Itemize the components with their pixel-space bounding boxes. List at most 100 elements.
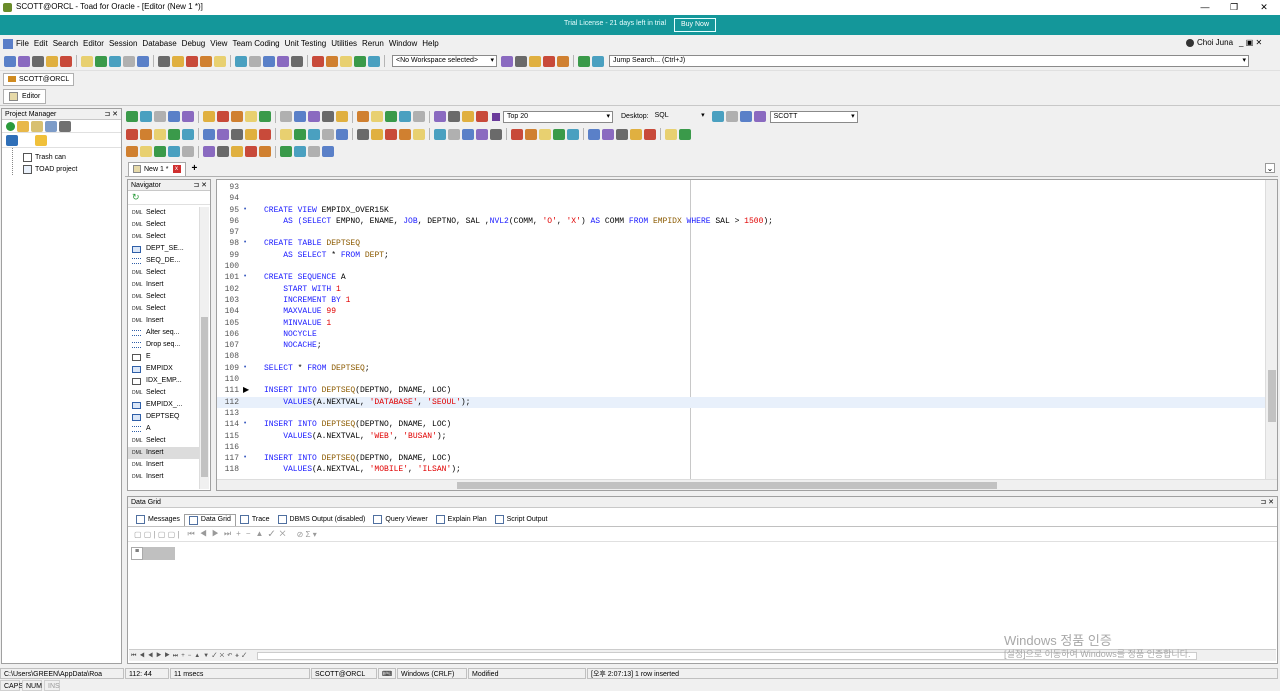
navigator-item[interactable]: SEQ Alter seq... (128, 327, 200, 339)
connection-tab[interactable]: SCOTT@ORCL (3, 72, 75, 86)
grid-tools-icons[interactable]: ▢ ▢ | ▢ ▢ | (134, 530, 180, 539)
toolbar-button-icon[interactable] (294, 111, 306, 122)
toolbar-button-icon[interactable] (245, 111, 257, 122)
editor-vscrollbar[interactable] (1265, 180, 1277, 480)
toolbar-button-icon[interactable] (385, 111, 397, 122)
toolbar-button-icon[interactable] (200, 55, 212, 67)
navigator-item[interactable]: DML Select (128, 231, 200, 243)
tabs-menu-button[interactable]: ⌄ (1265, 163, 1275, 173)
toolbar-button-icon[interactable] (280, 146, 292, 157)
toolbar-button-icon[interactable] (126, 111, 138, 122)
toolbar-button-icon[interactable] (448, 128, 460, 140)
close-button[interactable]: ✕ (1257, 1, 1271, 13)
toolbar-button-icon[interactable] (217, 128, 229, 140)
navigator-item[interactable]: SEQ SEQ_DE... (128, 255, 200, 267)
toolbar-button-icon[interactable] (371, 111, 383, 122)
editor-hscrollbar-thumb[interactable] (457, 482, 997, 489)
toolbar-button-icon[interactable] (126, 128, 138, 140)
code-line[interactable]: 110 (217, 374, 1265, 385)
toolbar-button-icon[interactable] (277, 55, 289, 67)
code-line[interactable]: 102 START WITH 1 (217, 284, 1265, 295)
navigator-item[interactable]: TBL DEPT_SE... (128, 243, 200, 255)
toolbar-button-icon[interactable] (434, 128, 446, 140)
user-name[interactable]: Choi Juna (1197, 38, 1233, 47)
navigator-item[interactable]: DML Select (128, 219, 200, 231)
toolbar-button-icon[interactable] (357, 111, 369, 122)
toolbar-button-icon[interactable] (154, 128, 166, 140)
toolbar-button-icon[interactable] (476, 111, 488, 122)
menu-database[interactable]: Database (142, 39, 176, 48)
toolbar-button-icon[interactable] (476, 128, 488, 140)
sql-editor[interactable]: 93 94 95 • CREATE VIEW EMPIDX_OVER15K 96 AS (… (216, 179, 1278, 491)
toolbar-button-icon[interactable] (109, 55, 121, 67)
toolbar-button-icon[interactable] (291, 55, 303, 67)
toolbar-button-icon[interactable] (203, 111, 215, 122)
editor-hscrollbar[interactable] (217, 479, 1277, 490)
navigator-item[interactable]: TBL DEPTSEQ (128, 411, 200, 423)
toolbar-button-icon[interactable] (140, 111, 152, 122)
editor-window-tab[interactable]: Editor (3, 89, 47, 104)
toolbar-button-icon[interactable] (616, 128, 628, 140)
tab-data-grid[interactable]: Data Grid (183, 513, 236, 526)
buy-now-button[interactable]: Buy Now (674, 18, 716, 32)
navigator-item[interactable]: DML Select (128, 387, 200, 399)
menu-team-coding[interactable]: Team Coding (232, 39, 279, 48)
toolbar-button-icon[interactable] (368, 55, 380, 67)
toolbar-button-icon[interactable] (259, 146, 271, 157)
toolbar-button-icon[interactable] (140, 128, 152, 140)
desktop-select[interactable]: SQL (652, 111, 707, 123)
code-line[interactable]: 104 MAXVALUE 99 (217, 306, 1265, 317)
code-line[interactable]: 109 • SELECT * FROM DEPTSEQ; (217, 363, 1265, 374)
navigator-item[interactable]: DML Select (128, 207, 200, 219)
code-line[interactable]: 106 NOCYCLE (217, 329, 1265, 340)
toolbar-button-icon[interactable] (259, 128, 271, 140)
add-icon[interactable] (6, 121, 15, 131)
menu-file[interactable]: File (16, 39, 29, 48)
toolbar-button-icon[interactable] (60, 55, 72, 67)
toolbar-button-icon[interactable] (490, 128, 502, 140)
menu-view[interactable]: View (210, 39, 227, 48)
toolbar-button-icon[interactable] (515, 55, 527, 67)
toolbar-button-icon[interactable] (95, 55, 107, 67)
grid-filter-icons[interactable]: ⊘ Σ ▾ (297, 530, 317, 539)
code-line[interactable]: 94 (217, 193, 1265, 204)
toolbar-button-icon[interactable] (462, 111, 474, 122)
menu-help[interactable]: Help (422, 39, 438, 48)
toolbar-button-icon[interactable] (371, 128, 383, 140)
toolbar-button-icon[interactable] (399, 128, 411, 140)
toolbar-button-icon[interactable] (679, 128, 691, 140)
toolbar-button-icon[interactable] (18, 55, 30, 67)
navigator-item[interactable]: DML Insert (128, 315, 200, 327)
data-grid-pin-close-icon[interactable]: ⊐ ✕ (1260, 497, 1274, 508)
toolbar-button-icon[interactable] (235, 55, 247, 67)
grid-column-header[interactable] (143, 547, 175, 560)
toolbar-button-icon[interactable] (259, 111, 271, 122)
toolbar-button-icon[interactable] (602, 128, 614, 140)
toolbar-button-icon[interactable] (245, 128, 257, 140)
navigator-item[interactable]: TBL EMPIDX (128, 363, 200, 375)
toolbar-button-icon[interactable] (644, 128, 656, 140)
code-line[interactable]: 100 (217, 261, 1265, 272)
toolbar-button-icon[interactable] (543, 55, 555, 67)
menu-session[interactable]: Session (109, 39, 137, 48)
toolbar-button-icon[interactable] (231, 128, 243, 140)
toolbar-button-icon[interactable] (511, 128, 523, 140)
doc-tab-new1[interactable]: New 1 * x (128, 161, 186, 176)
toolbar-button-icon[interactable] (186, 55, 198, 67)
code-line[interactable]: 98 • CREATE TABLE DEPTSEQ (217, 238, 1265, 249)
toolbar-button-icon[interactable] (294, 146, 306, 157)
tab-explain-plan[interactable]: Explain Plan (432, 514, 491, 526)
code-line[interactable]: 105 MINVALUE 1 (217, 318, 1265, 329)
toolbar-button-icon[interactable] (525, 128, 537, 140)
toolbar-button-icon[interactable] (280, 111, 292, 122)
toolbar-button-icon[interactable] (592, 55, 604, 67)
folder-icon[interactable] (17, 120, 29, 132)
toolbar-button-icon[interactable] (357, 128, 369, 140)
properties-icon[interactable] (45, 120, 57, 132)
navigator-item[interactable]: DML Select (128, 267, 200, 279)
toolbar-button-icon[interactable] (249, 55, 261, 67)
top-rows-select[interactable]: Top 20 (503, 110, 613, 123)
toolbar-button-icon[interactable] (501, 55, 513, 67)
toolbar-button-icon[interactable] (753, 111, 766, 122)
toolbar-button-icon[interactable] (588, 128, 600, 140)
